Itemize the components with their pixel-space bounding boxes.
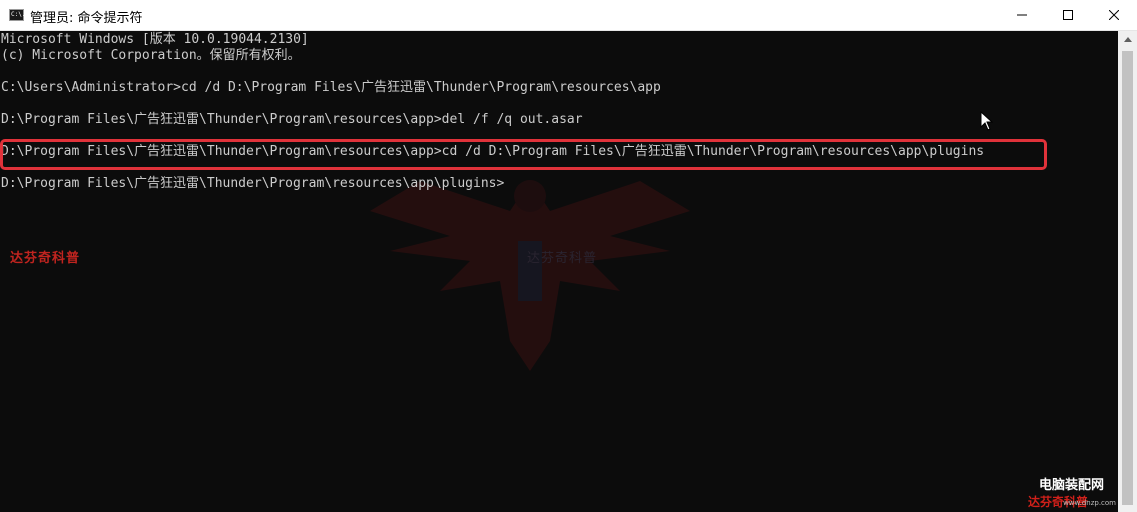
console-line: D:\Program Files\广告狂迅雷\Thunder\Program\r… xyxy=(1,112,583,127)
brand-watermark: 电脑装配网 达芬奇科普 www.dnzp.com xyxy=(1018,472,1118,512)
maximize-icon xyxy=(1063,10,1073,20)
scroll-up-button[interactable] xyxy=(1118,31,1137,48)
title-bar[interactable]: C:\. 管理员: 命令提示符 xyxy=(0,0,1137,31)
watermark-text-faint: 达芬奇科普 xyxy=(527,251,598,266)
console-line: C:\Users\Administrator>cd /d D:\Program … xyxy=(1,80,661,95)
mouse-pointer-icon xyxy=(980,110,994,135)
close-button[interactable] xyxy=(1091,0,1137,30)
brand-url: www.dnzp.com xyxy=(1063,499,1116,507)
scroll-thumb[interactable] xyxy=(1122,51,1133,505)
console-line: (c) Microsoft Corporation。保留所有权利。 xyxy=(1,48,301,63)
minimize-button[interactable] xyxy=(999,0,1045,30)
window-title: 管理员: 命令提示符 xyxy=(30,11,143,26)
brand-name: 电脑装配网 xyxy=(1038,478,1104,493)
watermark-text: 达芬奇科普 xyxy=(10,251,81,266)
cmd-window: C:\. 管理员: 命令提示符 Microsoft Windows [版本 10… xyxy=(0,0,1137,512)
cmd-icon[interactable]: C:\. xyxy=(9,9,25,21)
console-line: Microsoft Windows [版本 10.0.19044.2130] xyxy=(1,32,309,47)
console-output[interactable]: Microsoft Windows [版本 10.0.19044.2130] (… xyxy=(0,31,1118,512)
console-prompt-line[interactable]: D:\Program Files\广告狂迅雷\Thunder\Program\r… xyxy=(1,176,504,192)
minimize-icon xyxy=(1017,14,1027,16)
vertical-scrollbar[interactable] xyxy=(1118,31,1137,512)
close-icon xyxy=(1109,10,1119,20)
highlight-box xyxy=(0,139,1047,170)
chevron-up-icon xyxy=(1123,37,1132,42)
maximize-button[interactable] xyxy=(1045,0,1091,30)
